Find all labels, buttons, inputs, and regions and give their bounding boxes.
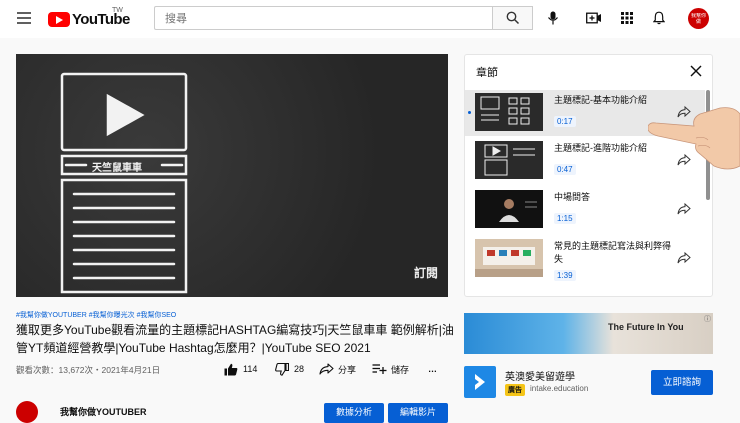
ad-cta-button[interactable]: 立即諮詢 <box>651 370 713 395</box>
chapter-thumbnail <box>475 190 543 228</box>
voice-search-button[interactable] <box>541 6 565 30</box>
youtube-play-icon <box>48 11 70 27</box>
dislike-count: 28 <box>294 364 305 374</box>
video-hashtags[interactable]: #我幫你做YOUTUBER #我幫你曝光次 #我幫你SEO <box>16 310 176 320</box>
search-button[interactable] <box>492 6 533 30</box>
share-arrow-icon <box>319 363 334 375</box>
ad-title[interactable]: 英澳愛美留遊學 <box>505 368 575 383</box>
chapter-timestamp[interactable]: 0:47 <box>554 164 576 175</box>
like-count: 114 <box>243 364 258 374</box>
notifications-button[interactable] <box>647 6 671 30</box>
chapter-timestamp[interactable]: 1:39 <box>554 270 576 281</box>
chapter-thumbnail <box>475 239 543 277</box>
search-icon <box>506 11 519 25</box>
ad-banner-text: The Future In You <box>608 322 684 332</box>
more-actions-button[interactable]: … <box>428 360 437 378</box>
microphone-icon <box>548 11 558 25</box>
analytics-button[interactable]: 數據分析 <box>324 403 384 423</box>
chapter-title: 常見的主題標記寫法與利弊得失 <box>554 241 672 264</box>
active-chapter-indicator <box>468 111 471 114</box>
chapter-timestamp[interactable]: 0:17 <box>554 116 576 127</box>
chalkboard-illustration <box>60 72 188 294</box>
thumbs-down-icon <box>275 362 289 376</box>
edit-video-button[interactable]: 編輯影片 <box>388 403 448 423</box>
share-label: 分享 <box>338 364 357 375</box>
view-count-date: 觀看次數：13,672次・2021年4月21日 <box>16 365 161 375</box>
create-video-icon <box>586 12 601 24</box>
chapter-thumbnail <box>475 141 543 179</box>
close-chapters-button[interactable] <box>689 64 703 78</box>
ad-info-icon[interactable]: ⓘ <box>704 314 711 324</box>
hand-pointer-icon <box>648 107 740 170</box>
ad-banner-image[interactable] <box>464 313 713 354</box>
ad-domain: intake.education <box>530 384 589 393</box>
avatar-text: 我幫你做YOUTUBER <box>690 12 706 25</box>
chapter-item[interactable]: 常見的主題標記寫法與利弊得失 1:39 <box>465 236 705 282</box>
video-title: 獲取更多YouTube觀看流量的主題標記HASHTAG編寫技巧|天竺鼠車車 範例… <box>16 323 454 355</box>
menu-icon[interactable] <box>17 12 31 24</box>
close-icon <box>690 65 702 77</box>
channel-name[interactable]: 我幫你做YOUTUBER <box>60 405 147 418</box>
share-button[interactable]: 分享 <box>319 360 356 378</box>
create-button[interactable] <box>582 6 606 30</box>
bell-icon <box>653 11 665 25</box>
chapter-thumbnail <box>475 93 543 131</box>
like-button[interactable]: 114 <box>224 360 257 378</box>
save-button[interactable]: 儲存 <box>372 360 409 378</box>
board-label: 天竺鼠車車 <box>92 163 142 174</box>
search-input[interactable] <box>163 7 467 31</box>
chapter-title: 中場問答 <box>554 192 591 202</box>
apps-button[interactable] <box>615 6 639 30</box>
search-box[interactable] <box>154 6 492 31</box>
video-player[interactable]: 天竺鼠車車 <box>16 54 448 297</box>
dislike-button[interactable]: 28 <box>275 360 304 378</box>
account-avatar[interactable]: 我幫你做YOUTUBER <box>688 8 709 29</box>
playlist-add-icon <box>372 364 387 374</box>
share-icon <box>677 251 691 264</box>
apps-grid-icon <box>621 12 633 24</box>
save-label: 儲存 <box>391 364 410 375</box>
channel-avatar[interactable] <box>16 401 38 423</box>
thumbs-up-icon <box>224 363 238 375</box>
chapters-title: 章節 <box>476 67 498 79</box>
chapter-timestamp[interactable]: 1:15 <box>554 213 576 224</box>
advertiser-logo[interactable] <box>464 366 496 398</box>
share-icon <box>677 202 691 215</box>
ad-badge: 廣告 <box>505 384 525 396</box>
subscribe-watermark[interactable]: 訂閱 <box>414 264 438 281</box>
chapter-item[interactable]: 中場問答 1:15 <box>465 187 705 233</box>
logo-region-code: TW <box>112 7 123 14</box>
